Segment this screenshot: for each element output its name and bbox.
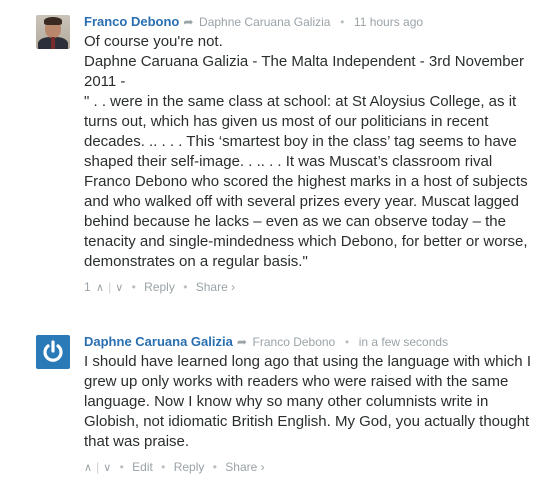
reply-arrow-icon: ➦ — [183, 15, 194, 29]
comment-header: Daphne Caruana Galizia ➦ Franco Debono • … — [84, 332, 536, 352]
comment-footer: 1 ∧ | ∨ • Reply • Share › — [84, 278, 536, 296]
author-name[interactable]: Daphne Caruana Galizia — [84, 334, 233, 349]
separator-dot: • — [131, 280, 136, 294]
parent-author-link[interactable]: Franco Debono — [253, 335, 336, 349]
comment-paragraph: " . . were in the same class at school: … — [84, 93, 528, 270]
vote-divider: | — [108, 280, 112, 294]
comment-footer: ∧ | ∨ • Edit • Reply • Share › — [84, 458, 536, 476]
avatar-hair — [44, 17, 62, 25]
separator-dot: • — [119, 460, 124, 474]
reply-link[interactable]: Reply — [144, 280, 175, 294]
comment-body: Daphne Caruana Galizia ➦ Franco Debono • … — [84, 332, 536, 476]
comment-paragraph: Daphne Caruana Galizia - The Malta Indep… — [84, 53, 524, 90]
separator-dot: • — [340, 15, 345, 29]
parent-author-link[interactable]: Daphne Caruana Galizia — [199, 15, 330, 29]
comment-header: Franco Debono ➦ Daphne Caruana Galizia • … — [84, 12, 536, 32]
reply-link[interactable]: Reply — [174, 460, 205, 474]
separator-dot: • — [161, 460, 166, 474]
share-link[interactable]: Share › — [196, 280, 235, 294]
separator-dot: • — [183, 280, 188, 294]
comment-text: I should have learned long ago that usin… — [84, 352, 536, 452]
upvote-count: 1 — [84, 280, 91, 294]
upvote-icon[interactable]: ∧ — [96, 279, 104, 297]
share-link[interactable]: Share › — [225, 460, 264, 474]
comment-text: Of course you're not. Daphne Caruana Gal… — [84, 32, 536, 272]
comment-paragraph: Of course you're not. — [84, 33, 223, 50]
vote-divider: | — [96, 460, 100, 474]
downvote-icon[interactable]: ∨ — [115, 279, 123, 297]
power-logo-icon — [43, 340, 63, 362]
separator-dot: • — [344, 335, 350, 349]
author-name[interactable]: Franco Debono — [84, 14, 179, 29]
reply-arrow-icon: ➦ — [236, 335, 247, 349]
timestamp-link[interactable]: in a few seconds — [359, 335, 448, 349]
comment-paragraph: I should have learned long ago that usin… — [84, 353, 531, 450]
upvote-icon[interactable]: ∧ — [84, 459, 92, 477]
downvote-icon[interactable]: ∨ — [103, 459, 111, 477]
separator-dot: • — [212, 460, 217, 474]
avatar-tie — [51, 37, 55, 49]
avatar[interactable] — [36, 15, 70, 49]
avatar[interactable] — [36, 335, 70, 369]
timestamp-link[interactable]: 11 hours ago — [354, 15, 423, 29]
comment-body: Franco Debono ➦ Daphne Caruana Galizia • … — [84, 12, 536, 296]
edit-link[interactable]: Edit — [132, 460, 153, 474]
